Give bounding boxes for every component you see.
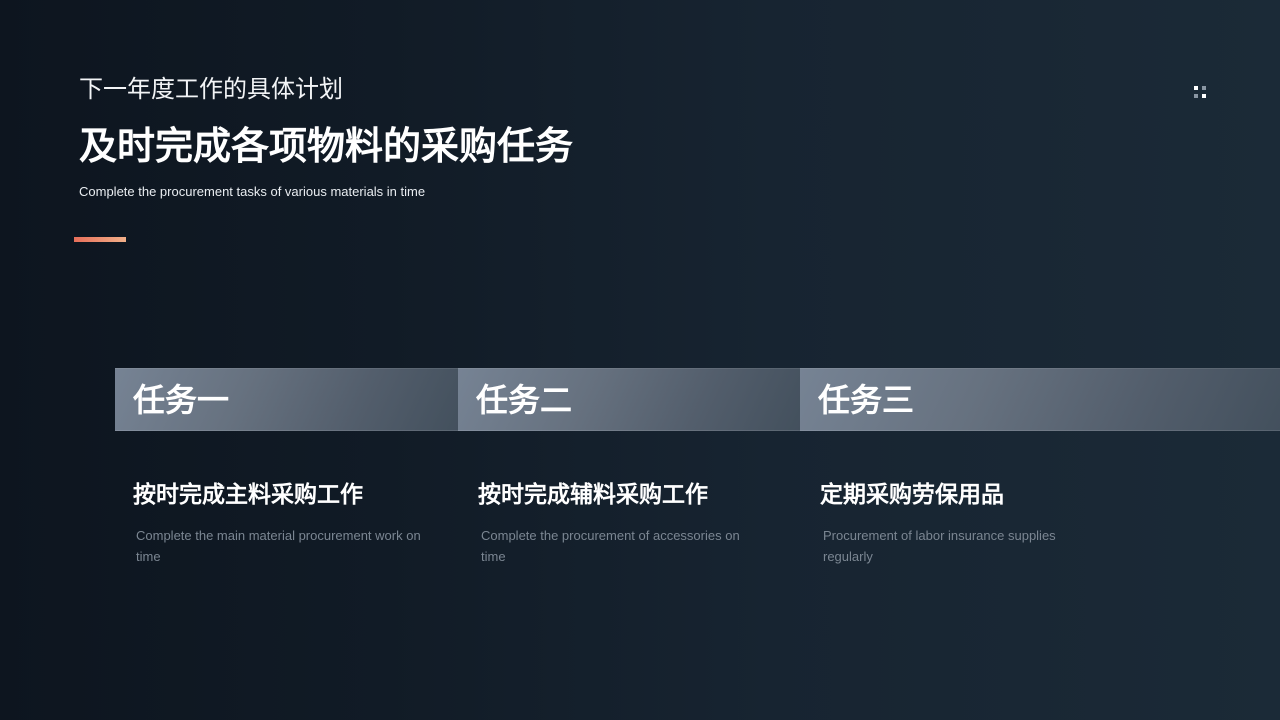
task-tab-3: 任务三 [800, 368, 1280, 431]
task-heading-3: 定期采购劳保用品 [820, 481, 1004, 507]
task-description-1: Complete the main material procurement w… [136, 528, 421, 564]
task-tab-label: 任务三 [818, 382, 915, 418]
section-kicker: 下一年度工作的具体计划 [79, 76, 343, 103]
task-heading-2: 按时完成辅料采购工作 [478, 481, 708, 507]
task-description-2: Complete the procurement of accessories … [481, 528, 740, 564]
slide-title: 及时完成各项物料的采购任务 [79, 126, 574, 168]
accent-line [74, 237, 126, 242]
slide-subtitle: Complete the procurement tasks of variou… [79, 184, 426, 199]
task-tab-label: 任务一 [133, 382, 230, 418]
task-tab-label: 任务二 [476, 382, 573, 418]
task-heading-1: 按时完成主料采购工作 [133, 481, 363, 507]
task-tab-2: 任务二 [458, 368, 800, 431]
task-tab-1: 任务一 [115, 368, 458, 431]
task-description-3: Procurement of labor insurance supplies … [823, 528, 1056, 564]
grid-dots-icon [1194, 86, 1208, 99]
